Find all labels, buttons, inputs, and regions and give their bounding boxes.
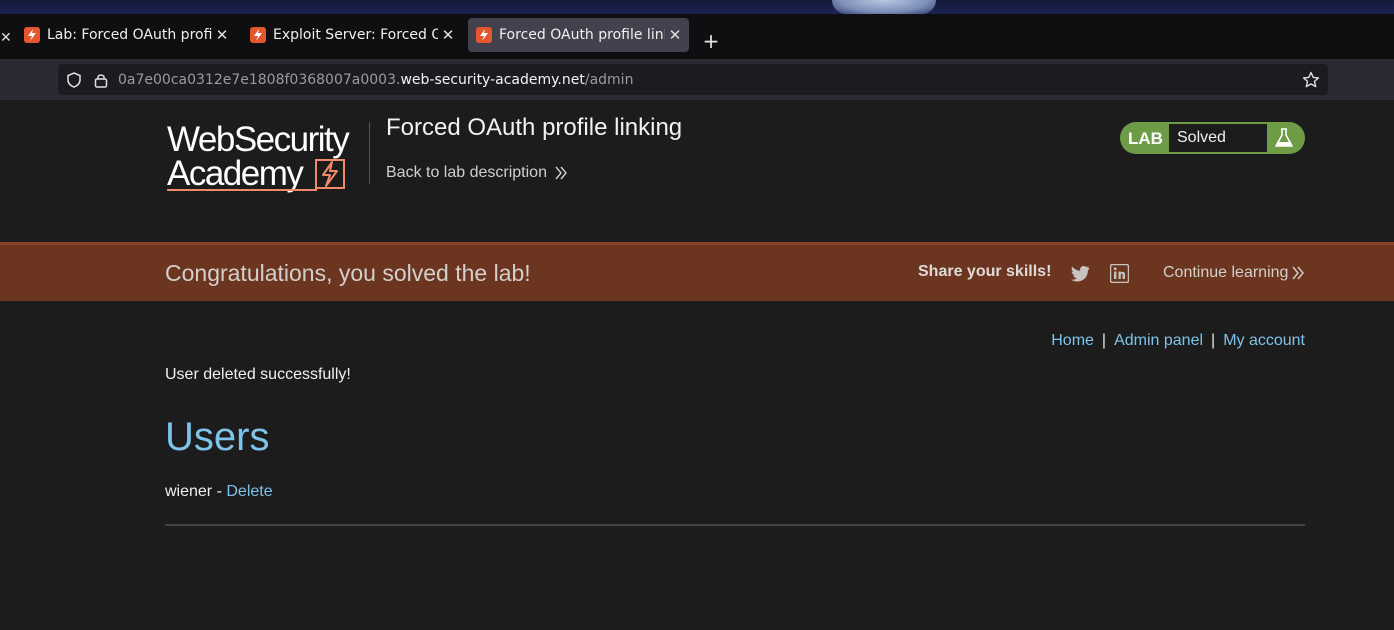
wallpaper-moon <box>832 0 936 14</box>
content-divider <box>165 524 1305 526</box>
tab-close-icon[interactable]: ✕ <box>212 26 232 44</box>
top-navigation: Home | Admin panel | My account <box>1051 332 1305 350</box>
lab-favicon-icon <box>476 27 492 43</box>
nav-separator: | <box>1211 332 1216 349</box>
linkedin-icon[interactable] <box>1110 264 1129 283</box>
lab-favicon-icon <box>250 27 266 43</box>
academy-header: WebSecurity Academy Forced OAuth profile… <box>165 100 1305 242</box>
share-skills-label: Share your skills! <box>918 263 1052 280</box>
bookmark-star-icon[interactable] <box>1302 71 1320 89</box>
nav-admin-panel-link[interactable]: Admin panel <box>1114 332 1203 349</box>
back-link-label: Back to lab description <box>386 164 547 181</box>
flask-icon <box>1275 128 1293 147</box>
tab-lab-description[interactable]: Lab: Forced OAuth profile linking ✕ <box>16 18 236 52</box>
user-row: wiener - Delete <box>165 483 273 501</box>
continue-learning-link[interactable]: Continue learning <box>1163 264 1305 282</box>
logo-line-2: Academy <box>167 154 304 193</box>
new-tab-plus-icon[interactable]: + <box>700 30 722 52</box>
lab-title: Forced OAuth profile linking <box>386 114 683 141</box>
solved-banner: Congratulations, you solved the lab! Sha… <box>0 242 1394 301</box>
browser-nav-bar: 0a7e00ca0312e7e1808f0368007a0003.web-sec… <box>0 59 1394 100</box>
status-message: User deleted successfully! <box>165 366 351 383</box>
browser-tab-bar: ✕ Lab: Forced OAuth profile linking ✕ Ex… <box>0 14 1394 59</box>
tracking-shield-icon[interactable] <box>66 71 82 88</box>
user-row-separator: - <box>212 483 227 500</box>
username: wiener <box>165 483 213 500</box>
url-text: 0a7e00ca0312e7e1808f0368007a0003.web-sec… <box>118 71 634 88</box>
tab-close-icon[interactable]: ✕ <box>438 26 458 44</box>
tab-exploit-server[interactable]: Exploit Server: Forced OAuth profile lin… <box>242 18 462 52</box>
delete-user-link[interactable]: Delete <box>226 483 272 500</box>
logo-underline <box>167 189 317 191</box>
lab-status-badge: LAB Solved <box>1120 122 1305 154</box>
tab-forced-oauth-active[interactable]: Forced OAuth profile linking ✕ <box>468 18 689 52</box>
tab-close-icon[interactable]: ✕ <box>665 26 685 44</box>
nav-home-link[interactable]: Home <box>1051 332 1094 349</box>
nav-my-account-link[interactable]: My account <box>1223 332 1305 349</box>
tab-title: Exploit Server: Forced OAuth profile lin… <box>273 27 438 43</box>
tab-title: Forced OAuth profile linking <box>499 27 665 43</box>
lock-icon[interactable] <box>94 72 108 88</box>
overflow-tab-close-icon[interactable]: ✕ <box>0 30 12 46</box>
double-chevron-right-icon <box>1292 266 1305 280</box>
lab-favicon-icon <box>24 27 40 43</box>
lab-status-value: Solved <box>1169 124 1267 152</box>
continue-learning-label: Continue learning <box>1163 264 1289 281</box>
congratulations-message: Congratulations, you solved the lab! <box>165 260 531 286</box>
nav-separator: | <box>1101 332 1107 349</box>
double-chevron-right-icon <box>555 166 567 180</box>
twitter-icon[interactable] <box>1070 265 1090 283</box>
users-heading: Users <box>165 415 270 459</box>
back-to-lab-description-link[interactable]: Back to lab description <box>386 164 567 182</box>
page-content: WebSecurity Academy Forced OAuth profile… <box>0 100 1394 630</box>
header-divider <box>369 122 370 184</box>
logo-line-1: WebSecurity <box>167 120 350 159</box>
web-security-academy-logo[interactable]: WebSecurity Academy <box>167 122 367 194</box>
tab-title: Lab: Forced OAuth profile linking <box>47 27 212 43</box>
url-bar[interactable]: 0a7e00ca0312e7e1808f0368007a0003.web-sec… <box>58 64 1328 95</box>
lab-status-label: LAB <box>1128 129 1163 148</box>
desktop-wallpaper-strip <box>0 0 1394 14</box>
logo-bolt-icon <box>315 159 345 189</box>
